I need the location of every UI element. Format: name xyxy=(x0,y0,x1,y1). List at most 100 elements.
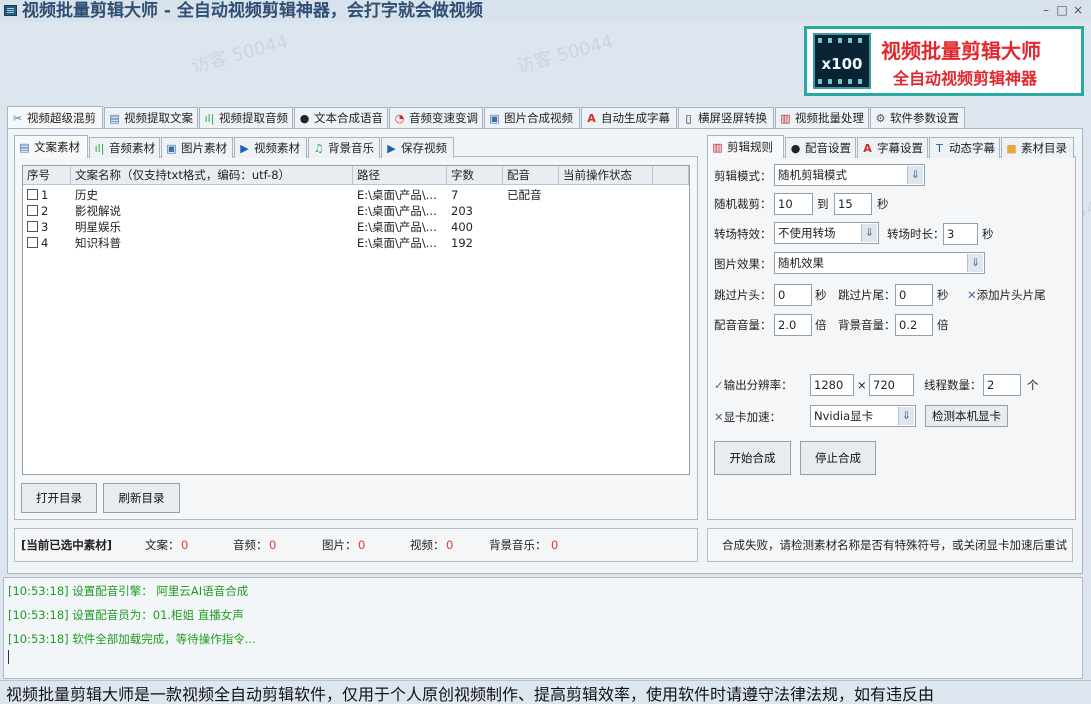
maximize-icon[interactable]: □ xyxy=(1054,2,1070,18)
refresh-directory-button[interactable]: 刷新目录 xyxy=(103,483,180,513)
microphone-icon: ● xyxy=(790,141,801,155)
audio-count-value: 0 xyxy=(269,538,277,552)
tab-auto-subtitles[interactable]: A 自动生成字幕 xyxy=(581,107,677,128)
tab-subtitle-settings[interactable]: A 字幕设置 xyxy=(857,137,928,158)
resolution-width-input[interactable]: 1280 xyxy=(810,374,854,396)
tab-image-material[interactable]: ▣ 图片素材 xyxy=(161,137,233,158)
row-checkbox[interactable]: 4 xyxy=(27,235,48,251)
row-name: 知识科普 xyxy=(75,236,121,250)
tab-audio-speed-pitch[interactable]: ◔ 音频变速变调 xyxy=(389,107,483,128)
tab-video-super-mix[interactable]: ✂ 视频超级混剪 xyxy=(7,106,103,129)
minimize-icon[interactable]: – xyxy=(1038,2,1054,18)
seconds-label: 秒 xyxy=(982,227,994,241)
skip-tail-input[interactable]: 0 xyxy=(895,284,933,306)
to-label: 到 xyxy=(817,197,829,211)
tab-text-to-speech[interactable]: ● 文本合成语音 xyxy=(294,107,388,128)
random-cut-label: 随机裁剪： xyxy=(714,197,772,211)
chevron-down-icon: ⇓ xyxy=(967,254,983,272)
tab-save-video[interactable]: ▶ 保存视频 xyxy=(381,137,454,158)
tab-dub-settings[interactable]: ● 配音设置 xyxy=(785,137,856,158)
bgm-volume-input[interactable]: 0.2 xyxy=(895,314,933,336)
tab-copy-material[interactable]: ▤ 文案素材 xyxy=(14,135,88,158)
threads-label: 线程数量： xyxy=(924,378,982,392)
watermark: 访客 50044 xyxy=(189,31,291,78)
transition-select[interactable]: 不使用转场 ⇓ xyxy=(774,222,879,244)
column-header-dub[interactable]: 配音 xyxy=(503,166,559,185)
play-icon: ▶ xyxy=(240,141,249,155)
check-icon: ✓ xyxy=(714,378,724,392)
column-header-index[interactable]: 序号 xyxy=(23,166,71,185)
text-box-icon: T xyxy=(936,141,943,155)
tab-video-material[interactable]: ▶ 视频素材 xyxy=(234,137,307,158)
seconds-label: 秒 xyxy=(877,197,889,211)
app-icon xyxy=(4,5,17,16)
tab-extract-copy[interactable]: ▤ 视频提取文案 xyxy=(104,107,198,128)
transition-duration-input[interactable]: 3 xyxy=(943,223,978,245)
column-header-status[interactable]: 当前操作状态 xyxy=(559,166,653,185)
tab-software-settings[interactable]: ⚙ 软件参数设置 xyxy=(870,107,965,128)
gauge-icon: ◔ xyxy=(394,111,405,125)
start-compose-button[interactable]: 开始合成 xyxy=(714,441,791,475)
threads-input[interactable]: 2 xyxy=(983,374,1021,396)
film-reel-icon: x100 xyxy=(813,33,871,89)
table-row[interactable]: 1 历史 E:\桌面\产品\... 7 已配音 xyxy=(23,187,689,203)
tab-extract-audio[interactable]: ıl| 视频提取音频 xyxy=(199,107,293,128)
random-cut-to-input[interactable]: 15 xyxy=(834,193,872,215)
table-row[interactable]: 4 知识科普 E:\桌面\产品\... 192 xyxy=(23,235,689,251)
image-icon: ▣ xyxy=(489,111,500,125)
image-icon: ▣ xyxy=(166,141,177,155)
audio-wave-icon: ıl| xyxy=(204,111,215,125)
tab-audio-material[interactable]: ıl| 音频素材 xyxy=(89,137,160,158)
bgm-count-label: 背景音乐： xyxy=(489,538,547,552)
tab-dynamic-subtitles[interactable]: T 动态字幕 xyxy=(929,137,1000,158)
table-row[interactable]: 2 影视解说 E:\桌面\产品\... 203 xyxy=(23,203,689,219)
gpu-select[interactable]: Nvidia显卡 ⇓ xyxy=(810,405,916,427)
banner-badge: x100 xyxy=(821,55,863,73)
copy-material-table[interactable]: 序号 文案名称（仅支持txt格式，编码：utf-8） 路径 字数 配音 当前操作… xyxy=(22,165,690,475)
row-count: 203 xyxy=(451,204,473,218)
random-cut-from-input[interactable]: 10 xyxy=(774,193,813,215)
row-path: E:\桌面\产品\... xyxy=(357,236,437,250)
add-head-tail-checkbox[interactable]: ✕添加片头片尾 xyxy=(967,287,1046,303)
tab-material-directory[interactable]: ■ 素材目录 xyxy=(1001,137,1074,158)
gpu-accel-label[interactable]: ✕显卡加速： xyxy=(714,409,781,425)
image-effect-label: 图片效果： xyxy=(714,257,772,271)
tab-orientation-convert[interactable]: ▯ 横屏竖屏转换 xyxy=(678,107,774,128)
dub-volume-input[interactable]: 2.0 xyxy=(774,314,812,336)
row-path: E:\桌面\产品\... xyxy=(357,188,437,202)
row-checkbox[interactable]: 3 xyxy=(27,219,48,235)
row-count: 7 xyxy=(451,188,459,202)
window-title: 视频批量剪辑大师 - 全自动视频剪辑神器，会打字就会做视频 xyxy=(22,1,483,21)
product-banner: x100 视频批量剪辑大师 全自动视频剪辑神器 xyxy=(804,26,1084,96)
tab-background-music[interactable]: ♫ 背景音乐 xyxy=(308,137,380,158)
tab-image-to-video[interactable]: ▣ 图片合成视频 xyxy=(484,107,580,128)
table-row[interactable]: 3 明星娱乐 E:\桌面\产品\... 400 xyxy=(23,219,689,235)
tab-edit-rules[interactable]: ▥ 剪辑规则 xyxy=(707,135,784,158)
bgm-volume-label: 背景音量： xyxy=(838,318,896,332)
tab-batch-process[interactable]: ▥ 视频批量处理 xyxy=(775,107,869,128)
video-count-value: 0 xyxy=(446,538,454,552)
skip-head-label: 跳过片头： xyxy=(714,288,772,302)
detect-gpu-button[interactable]: 检测本机显卡 xyxy=(925,405,1008,427)
column-header-spacer xyxy=(653,166,689,185)
row-dub: 已配音 xyxy=(507,188,542,202)
row-checkbox[interactable]: 2 xyxy=(27,203,48,219)
font-icon: A xyxy=(863,141,872,155)
transition-label: 转场特效： xyxy=(714,227,772,241)
skip-head-input[interactable]: 0 xyxy=(774,284,812,306)
audio-wave-icon: ıl| xyxy=(94,141,105,155)
column-header-name[interactable]: 文案名称（仅支持txt格式，编码：utf-8） xyxy=(71,166,353,185)
open-directory-button[interactable]: 打开目录 xyxy=(21,483,97,513)
image-effect-select[interactable]: 随机效果 ⇓ xyxy=(774,252,985,274)
resolution-label[interactable]: ✓输出分辨率： xyxy=(714,377,793,393)
close-icon[interactable]: × xyxy=(1070,2,1086,18)
resolution-height-input[interactable]: 720 xyxy=(869,374,914,396)
stop-compose-button[interactable]: 停止合成 xyxy=(800,441,876,475)
edit-mode-select[interactable]: 随机剪辑模式 ⇓ xyxy=(774,164,925,186)
times-label: 倍 xyxy=(815,318,827,332)
log-line: [10:53:18] 设置配音员为：01.柜姐 直播女声 xyxy=(8,608,244,622)
film-icon: ▥ xyxy=(780,111,791,125)
column-header-count[interactable]: 字数 xyxy=(447,166,503,185)
column-header-path[interactable]: 路径 xyxy=(353,166,447,185)
row-checkbox[interactable]: 1 xyxy=(27,187,48,203)
